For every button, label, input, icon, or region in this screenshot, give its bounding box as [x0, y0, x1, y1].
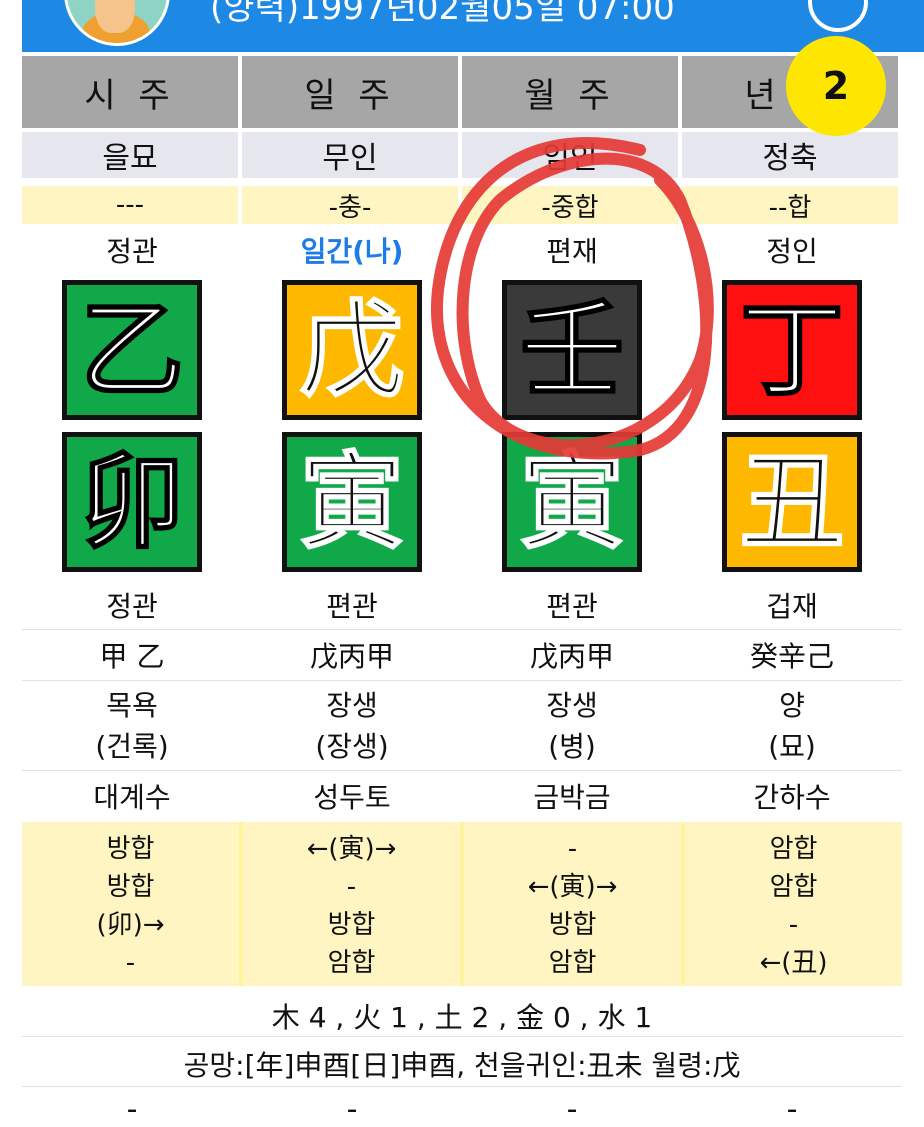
- step-badge: 2: [786, 36, 886, 136]
- annotation-circle: [430, 137, 714, 460]
